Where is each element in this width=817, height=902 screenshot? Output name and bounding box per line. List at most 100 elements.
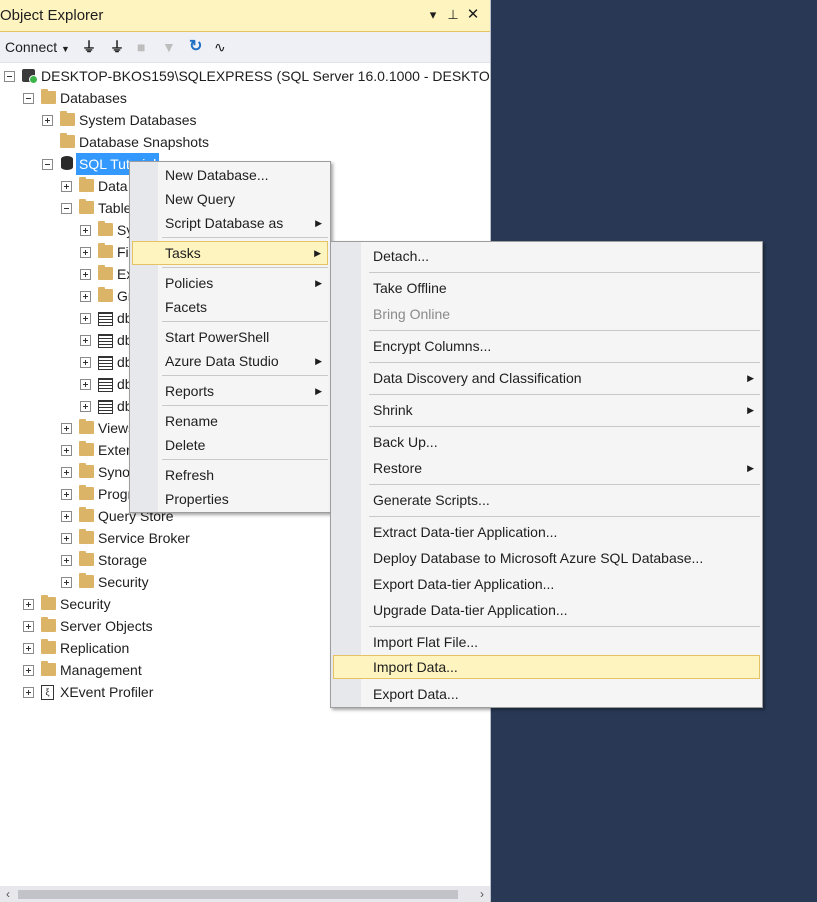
menu-item-take-offline[interactable]: Take Offline [333, 276, 760, 300]
close-icon[interactable]: ✕ [465, 6, 481, 24]
menu-item-shrink[interactable]: Shrink ▶ [333, 398, 760, 422]
menu-item-back-up[interactable]: Back Up... [333, 430, 760, 454]
menu-item-extract-dac[interactable]: Extract Data-tier Application... [333, 520, 760, 544]
menu-item-import-data[interactable]: Import Data... [333, 655, 760, 679]
folder-icon [60, 133, 75, 148]
menu-label: Export Data-tier Application... [373, 576, 555, 592]
refresh-icon[interactable]: ↻ [189, 37, 202, 57]
menu-item-export-dac[interactable]: Export Data-tier Application... [333, 572, 760, 596]
expand-icon[interactable] [61, 467, 72, 478]
menu-separator [162, 321, 328, 322]
expand-icon[interactable] [80, 357, 91, 368]
menu-item-script-database-as[interactable]: Script Database as ▶ [132, 211, 328, 235]
menu-item-properties[interactable]: Properties [132, 487, 328, 511]
menu-separator [369, 394, 760, 395]
chevron-down-icon: ▼ [61, 44, 70, 54]
menu-item-rename[interactable]: Rename [132, 409, 328, 433]
expand-icon[interactable] [61, 511, 72, 522]
menu-item-delete[interactable]: Delete [132, 433, 328, 457]
menu-item-new-database[interactable]: New Database... [132, 163, 328, 187]
menu-item-azure-data-studio[interactable]: Azure Data Studio ▶ [132, 349, 328, 373]
expand-icon[interactable] [42, 115, 53, 126]
database-icon [61, 156, 73, 170]
table-icon [98, 356, 113, 370]
table-icon [98, 400, 113, 414]
expand-icon[interactable] [23, 621, 34, 632]
menu-item-restore[interactable]: Restore ▶ [333, 456, 760, 480]
tree-label: Fi [117, 244, 129, 260]
menu-item-import-flat-file[interactable]: Import Flat File... [333, 630, 760, 654]
expand-icon[interactable] [80, 269, 91, 280]
expand-icon[interactable] [80, 291, 91, 302]
menu-label: Encrypt Columns... [373, 338, 492, 354]
expand-icon[interactable] [80, 225, 91, 236]
collapse-icon[interactable] [61, 203, 72, 214]
menu-item-tasks[interactable]: Tasks ▶ [132, 241, 328, 265]
folder-icon [79, 199, 94, 214]
folder-icon [41, 617, 56, 632]
menu-separator [369, 426, 760, 427]
menu-item-generate-scripts[interactable]: Generate Scripts... [333, 488, 760, 512]
filter-icon[interactable]: ▼ [162, 37, 176, 57]
menu-item-encrypt-columns[interactable]: Encrypt Columns... [333, 334, 760, 358]
menu-item-upgrade-dac[interactable]: Upgrade Data-tier Application... [333, 598, 760, 622]
menu-label: Facets [165, 299, 208, 315]
expand-icon[interactable] [61, 181, 72, 192]
scroll-left-icon[interactable]: ‹ [0, 886, 16, 902]
scroll-right-icon[interactable]: › [474, 886, 490, 902]
collapse-icon[interactable] [42, 159, 53, 170]
expand-icon[interactable] [61, 423, 72, 434]
folder-icon [79, 551, 94, 566]
menu-label: Rename [165, 413, 218, 429]
menu-label: Import Data... [373, 659, 458, 675]
menu-item-new-query[interactable]: New Query [132, 187, 328, 211]
menu-separator [162, 405, 328, 406]
expand-icon[interactable] [61, 489, 72, 500]
stop-icon[interactable]: ■ [137, 37, 145, 57]
menu-item-reports[interactable]: Reports ▶ [132, 379, 328, 403]
menu-item-refresh[interactable]: Refresh [132, 463, 328, 487]
connect-plug-icon[interactable]: ⏚ [82, 37, 96, 57]
table-icon [98, 378, 113, 392]
menu-label: Generate Scripts... [373, 492, 490, 508]
menu-separator [162, 375, 328, 376]
menu-item-bring-online: Bring Online [333, 302, 760, 326]
expand-icon[interactable] [23, 665, 34, 676]
pin-icon[interactable]: ⊥ [445, 6, 461, 24]
expand-icon[interactable] [61, 533, 72, 544]
menu-label: Start PowerShell [165, 329, 270, 345]
object-explorer-titlebar: Object Explorer ▾ ⊥ ✕ [0, 0, 490, 32]
tree-label: Management [60, 662, 142, 678]
folder-icon [41, 661, 56, 676]
menu-item-data-discovery[interactable]: Data Discovery and Classification ▶ [333, 366, 760, 390]
scrollbar-thumb[interactable] [18, 890, 458, 899]
expand-icon[interactable] [23, 687, 34, 698]
menu-item-facets[interactable]: Facets [132, 295, 328, 319]
menu-separator [369, 362, 760, 363]
dropdown-icon[interactable]: ▾ [425, 6, 441, 24]
expand-icon[interactable] [61, 577, 72, 588]
menu-item-export-data[interactable]: Export Data... [333, 682, 760, 706]
menu-item-start-powershell[interactable]: Start PowerShell [132, 325, 328, 349]
expand-icon[interactable] [80, 401, 91, 412]
expand-icon[interactable] [61, 445, 72, 456]
menu-item-policies[interactable]: Policies ▶ [132, 271, 328, 295]
collapse-icon[interactable] [23, 93, 34, 104]
expand-icon[interactable] [61, 555, 72, 566]
expand-icon[interactable] [80, 313, 91, 324]
collapse-icon[interactable] [4, 71, 15, 82]
expand-icon[interactable] [80, 247, 91, 258]
expand-icon[interactable] [80, 335, 91, 346]
menu-item-detach[interactable]: Detach... [333, 244, 760, 268]
tree-label: Service Broker [98, 530, 190, 546]
expand-icon[interactable] [80, 379, 91, 390]
horizontal-scrollbar[interactable]: ‹ › [0, 886, 490, 902]
connect-button[interactable]: Connect ▼ [5, 37, 70, 57]
disconnect-icon[interactable]: ⏚ [110, 37, 124, 57]
submenu-arrow-icon: ▶ [747, 405, 754, 415]
expand-icon[interactable] [23, 643, 34, 654]
activity-monitor-icon[interactable]: ∿ [214, 37, 226, 57]
tree-label: XEvent Profiler [60, 684, 154, 700]
expand-icon[interactable] [23, 599, 34, 610]
menu-item-deploy-azure[interactable]: Deploy Database to Microsoft Azure SQL D… [333, 546, 760, 570]
